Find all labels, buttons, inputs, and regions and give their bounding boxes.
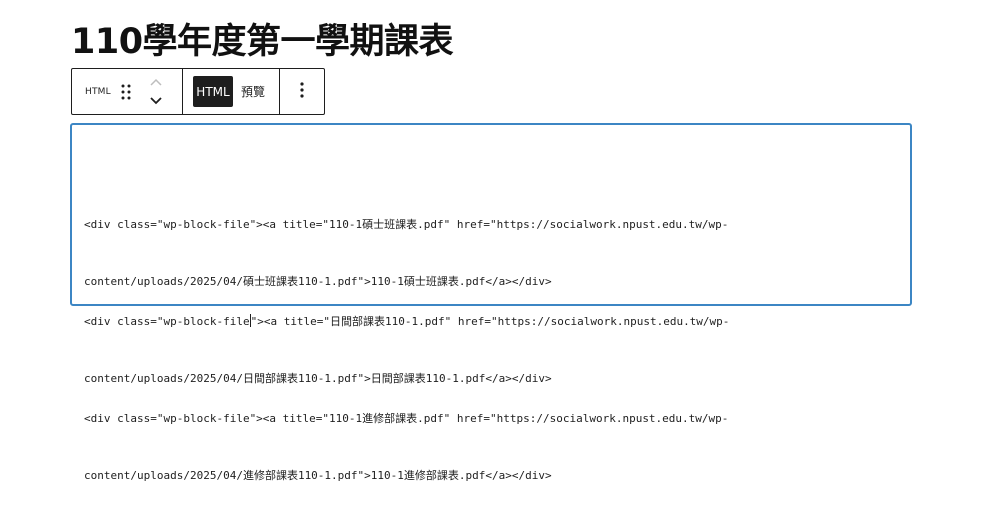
more-options-icon[interactable] (299, 81, 305, 103)
move-up-icon[interactable] (150, 78, 162, 86)
block-movers (146, 77, 166, 109)
html-mode-button[interactable]: HTML (193, 76, 233, 107)
code-line: content/uploads/2025/04/進修部課表110-1.pdf">… (84, 469, 552, 482)
code-content: <div class="wp-block-file"><a title="110… (84, 139, 729, 482)
page-title[interactable]: 110學年度第一學期課表 (71, 20, 454, 64)
block-toolbar: HTML HTML 預覽 (71, 68, 325, 115)
code-line: <div class="wp-block-file"><a title="110… (84, 412, 729, 425)
block-switcher-group: HTML (72, 69, 183, 114)
options-group (280, 69, 324, 114)
code-text: "><a title="日間部課表110-1.pdf" href="https:… (250, 315, 730, 328)
mode-switch-group: HTML 預覽 (183, 69, 280, 114)
preview-mode-button[interactable]: 預覽 (241, 83, 265, 100)
move-down-icon[interactable] (150, 97, 162, 105)
code-line: <div class="wp-block-file"><a title="110… (84, 218, 729, 231)
code-line: <div class="wp-block-file"><a title="日間部… (84, 312, 729, 331)
code-text: <div class="wp-block-file (84, 315, 250, 328)
drag-handle-icon[interactable] (120, 83, 132, 105)
block-type-button[interactable]: HTML (85, 87, 111, 97)
html-code-editor[interactable]: <div class="wp-block-file"><a title="110… (70, 123, 912, 482)
code-paragraph: <div class="wp-block-file"><a title="110… (84, 177, 729, 288)
